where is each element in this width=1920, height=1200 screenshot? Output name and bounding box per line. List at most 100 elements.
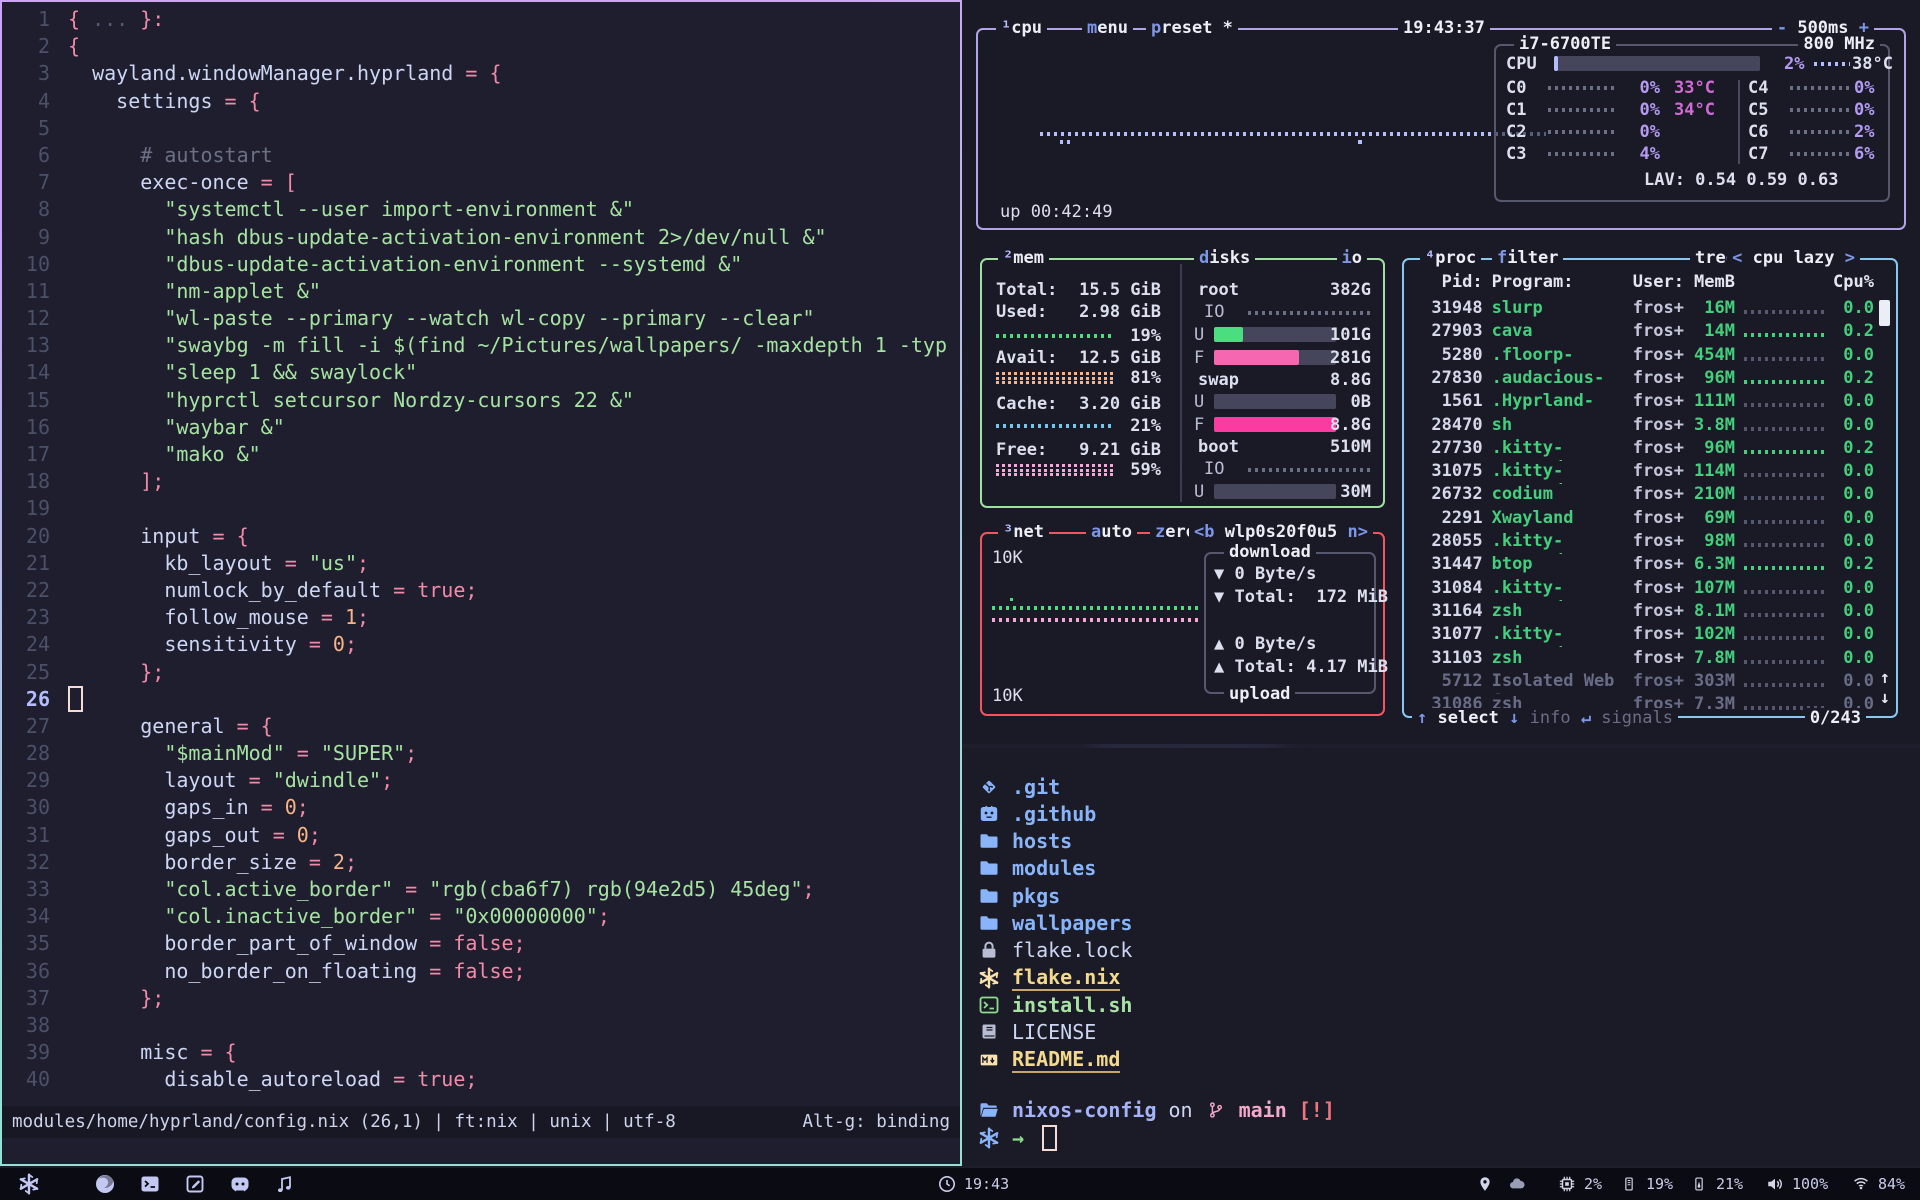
taskbar-status-mem[interactable]: 19%: [1618, 1168, 1673, 1200]
proc-row[interactable]: 31103zshfros+7.8M0.0: [1412, 648, 1874, 671]
taskbar-app-note[interactable]: [184, 1168, 206, 1200]
prompt-on: on: [1169, 1098, 1193, 1122]
terminal-window[interactable]: .git.githubhostsmodulespkgswallpapersfla…: [962, 748, 1920, 1166]
editor-line: 33 "col.active_border" = "rgb(cba6f7) rg…: [2, 876, 960, 903]
line-number: 23: [2, 604, 50, 631]
divider: [1180, 264, 1182, 502]
taskbar-app-music[interactable]: [274, 1168, 296, 1200]
mem-row-label: Cache:: [996, 394, 1057, 414]
proc-row[interactable]: 31075.kitty-wrappedfros+114M0.0: [1412, 461, 1874, 484]
proc-row[interactable]: 27730.kitty-wrappedfros+96M0.2: [1412, 438, 1874, 461]
graph-dots: [1744, 473, 1824, 477]
text-segment: =: [225, 714, 261, 738]
discord-icon: [229, 1173, 251, 1195]
sort-selector[interactable]: < cpu lazy >: [1727, 248, 1860, 268]
text-segment: =: [393, 877, 429, 901]
taskbar-status-speaker[interactable]: 100%: [1764, 1168, 1828, 1200]
text-segment: general: [68, 714, 225, 738]
proc-tab[interactable]: ⁴proc: [1420, 248, 1481, 268]
proc-cpu: 0.0: [1826, 461, 1874, 484]
text-segment: ;: [598, 904, 610, 928]
line-content: input = {: [50, 523, 960, 550]
proc-graph: [1744, 508, 1826, 531]
mem-tab[interactable]: ²mem: [998, 248, 1049, 268]
proc-row[interactable]: 31077.kitty-wrappedfros+102M0.0: [1412, 624, 1874, 647]
music-icon: [274, 1173, 296, 1195]
proc-row[interactable]: 5712Isolated Web Cfros+303M0.0: [1412, 671, 1874, 694]
network-box: ³netautozero<b wlp0s20f0u5 n>10K10Kdownl…: [980, 532, 1385, 716]
core-label: C1: [1506, 100, 1526, 120]
text-segment: ;: [514, 959, 526, 983]
taskbar-app-discord[interactable]: [229, 1168, 251, 1200]
line-number: 25: [2, 659, 50, 686]
proc-footer-controls[interactable]: ↑ select ↓ info ↵ signals: [1412, 708, 1678, 728]
disks-tab[interactable]: disks: [1194, 248, 1255, 268]
proc-row[interactable]: 28470shfros+3.8M0.0: [1412, 415, 1874, 438]
file-item: LICENSE: [978, 1019, 1096, 1046]
text-segment: =: [417, 959, 453, 983]
proc-row[interactable]: 31164zshfros+8.1M0.0: [1412, 601, 1874, 624]
editor-line: 21 kb_layout = "us";: [2, 550, 960, 577]
proc-row[interactable]: 26732codiumfros+210M0.0: [1412, 484, 1874, 507]
net-auto-button[interactable]: auto: [1086, 522, 1137, 542]
proc-program: .audacious-wra: [1492, 368, 1633, 391]
menu-button[interactable]: menu: [1082, 18, 1133, 38]
proc-row[interactable]: 28055.kitty-wrappedfros+98M0.0: [1412, 531, 1874, 554]
proc-cpu: 0.0: [1826, 531, 1874, 554]
line-number: 10: [2, 251, 50, 278]
disk-meter-value: 8.8G: [1330, 415, 1371, 435]
text-segment: =: [249, 795, 285, 819]
text-segment: d: [1199, 248, 1209, 268]
taskbar-status-chip[interactable]: 2%: [1556, 1168, 1602, 1200]
net-tab[interactable]: ³net: [998, 522, 1049, 542]
text-segment: "hash dbus-update-activation-environment…: [164, 225, 826, 249]
taskbar-status-pin[interactable]: [1474, 1168, 1496, 1200]
mem-row-label: Used:: [996, 302, 1047, 322]
taskbar-app-terminal[interactable]: [139, 1168, 161, 1200]
proc-row[interactable]: 1561.Hyprland-wrapfros+111M0.0: [1412, 391, 1874, 414]
io-toggle[interactable]: io: [1337, 248, 1368, 268]
text-segment: n>: [1337, 522, 1368, 542]
editor-line: 26: [2, 686, 960, 713]
proc-mem: 98M: [1687, 531, 1735, 554]
taskbar-status-gauge[interactable]: 21%: [1688, 1168, 1743, 1200]
proc-row[interactable]: 31447btopfros+6.3M0.2: [1412, 554, 1874, 577]
memory-box: ²memdisksioTotal:15.5 GiBUsed:2.98 GiB19…: [980, 258, 1385, 508]
proc-row[interactable]: 27903cavafros+14M0.2: [1412, 321, 1874, 344]
proc-row[interactable]: 2291Xwaylandfros+69M0.0: [1412, 508, 1874, 531]
editor-text-area[interactable]: 1{ ... }:2{3 wayland.windowManager.hyprl…: [2, 6, 960, 1100]
file-item: pkgs: [978, 882, 1060, 909]
proc-row[interactable]: 31948slurpfros+16M0.0: [1412, 298, 1874, 321]
proc-row[interactable]: 31084.kitty-wrappedfros+107M0.0: [1412, 578, 1874, 601]
editor-line: 35 border_part_of_window = false;: [2, 930, 960, 957]
btop-window[interactable]: ¹cpumenupreset *19:43:37- 500ms +up 00:4…: [962, 0, 1920, 744]
disk-size: 382G: [1330, 280, 1371, 300]
proc-scrollbar-thumb[interactable]: [1879, 300, 1890, 326]
text-segment: ;: [405, 741, 417, 765]
proc-row[interactable]: 27830.audacious-wrafros+96M0.2: [1412, 368, 1874, 391]
btop-clock: 19:43:37: [1398, 18, 1490, 38]
mem-row-label: Total:: [996, 280, 1057, 300]
shell-input-line[interactable]: →: [978, 1124, 1057, 1151]
terminal-icon: [139, 1173, 161, 1195]
graph-dots: [1548, 86, 1614, 90]
proc-row[interactable]: 5280.floorp-wrappefros+454M0.0: [1412, 345, 1874, 368]
taskbar-status-cloud[interactable]: [1506, 1168, 1528, 1200]
preset-button[interactable]: preset *: [1146, 18, 1238, 38]
meter-track: [1214, 394, 1336, 409]
text-segment: signals: [1601, 708, 1673, 728]
file-name: flake.nix: [1012, 965, 1120, 991]
cpu-tab[interactable]: ¹cpu: [996, 18, 1047, 38]
proc-pid: 2291: [1412, 508, 1483, 531]
editor-window[interactable]: 1{ ... }:2{3 wayland.windowManager.hyprl…: [0, 0, 962, 1166]
taskbar-launcher[interactable]: [18, 1168, 40, 1200]
taskbar-app-swirl[interactable]: [94, 1168, 116, 1200]
line-number: 21: [2, 550, 50, 577]
taskbar-status-wifi[interactable]: 84%: [1850, 1168, 1905, 1200]
mem-row-value: 15.5 GiB: [1079, 280, 1161, 300]
line-content: "waybar &": [50, 414, 960, 441]
file-name: install.sh: [1012, 993, 1132, 1017]
net-interface-selector[interactable]: <b wlp0s20f0u5 n>: [1189, 522, 1373, 542]
graph-dots: [1744, 683, 1824, 687]
filter-button[interactable]: filter: [1492, 248, 1563, 268]
